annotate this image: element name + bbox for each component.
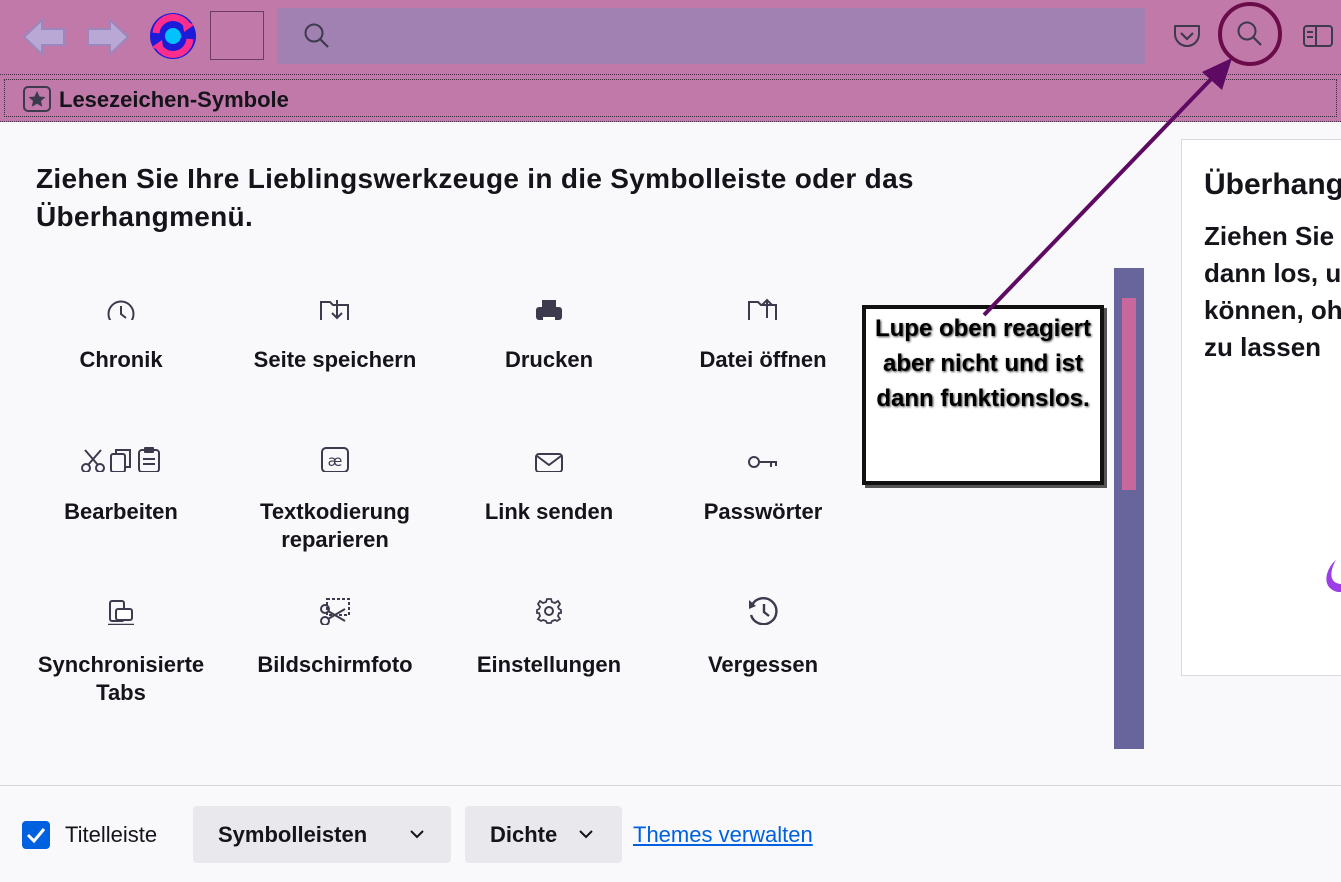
palette-label: Bildschirmfoto — [257, 652, 413, 677]
url-input[interactable] — [347, 20, 1131, 54]
chevron-down-icon — [579, 830, 593, 839]
reload-icon — [150, 13, 196, 59]
palette-item-forget[interactable]: Vergessen — [656, 587, 870, 679]
palette-label: Datei öffnen — [699, 347, 827, 372]
overflow-menu-panel: Überhangmenü Ziehen Sie ein Element hier… — [1181, 139, 1341, 676]
palette-item-email-link[interactable]: Link senden — [442, 434, 656, 526]
palette-item-settings[interactable]: Einstellungen — [442, 587, 656, 679]
palette-item-save-page[interactable]: Seite speichern — [228, 282, 442, 374]
star-icon — [23, 86, 51, 112]
annotation-note: Lupe oben reagiert aber nicht und ist da… — [862, 305, 1104, 485]
palette-scrollbar[interactable] — [1114, 268, 1144, 749]
palette-item-edit[interactable]: Bearbeiten — [14, 434, 228, 526]
bookmarks-label: Lesezeichen-Symbole — [59, 87, 289, 112]
cut-icon — [80, 449, 105, 473]
palette-label: Seite speichern — [253, 347, 417, 372]
overflow-title: Überhangmenü — [1204, 168, 1341, 201]
history-forget-icon — [749, 597, 778, 625]
search-icon — [1237, 21, 1262, 46]
toolbar-empty-slot — [210, 11, 264, 60]
palette-item-open-file[interactable]: Datei öffnen — [656, 282, 870, 374]
back-button[interactable] — [20, 16, 68, 58]
density-dropdown-button[interactable]: Dichte — [465, 806, 622, 863]
palette-label: Synchronisierte Tabs — [37, 652, 205, 705]
save-page-icon — [320, 300, 349, 320]
address-bar[interactable] — [277, 8, 1145, 64]
customize-footer: Titelleiste Symbolleisten Dichte Themes … — [0, 785, 1341, 882]
bookmarks-toolbar: Lesezeichen-Symbole — [0, 74, 1341, 122]
printer-icon — [536, 300, 562, 320]
forward-icon — [87, 17, 130, 57]
palette-label: Einstellungen — [476, 652, 622, 677]
checkmark-icon — [26, 828, 46, 844]
toolbars-dropdown-button[interactable]: Symbolleisten — [193, 806, 451, 863]
palette-item-screenshot[interactable]: Bildschirmfoto — [228, 587, 442, 679]
back-icon — [22, 17, 65, 57]
clock-icon — [107, 300, 135, 320]
palette-label: Vergessen — [707, 652, 819, 677]
manage-themes-link[interactable]: Themes verwalten — [633, 822, 813, 848]
toolbars-label: Symbolleisten — [218, 822, 368, 847]
palette-label: Bearbeiten — [64, 499, 178, 524]
synced-tabs-icon — [108, 600, 134, 625]
screenshot-icon — [320, 598, 350, 625]
palette-label: Link senden — [484, 499, 614, 524]
scrollbar-thumb[interactable] — [1122, 298, 1136, 490]
gear-icon — [536, 598, 562, 624]
sidebar-icon[interactable] — [1302, 24, 1334, 48]
palette-item-history[interactable]: Chronik — [14, 282, 228, 374]
density-label: Dichte — [490, 822, 558, 847]
copy-icon — [110, 449, 131, 473]
palette-item-passwords[interactable]: Passwörter — [656, 434, 870, 526]
palette-label: Textkodierung reparieren — [260, 499, 410, 552]
reload-button[interactable] — [146, 11, 200, 61]
forward-button[interactable] — [84, 16, 132, 58]
customize-heading: Ziehen Sie Ihre Lieblingswerkzeuge in di… — [36, 163, 914, 232]
chevron-down-icon — [410, 830, 424, 839]
search-button-highlighted[interactable] — [1218, 2, 1282, 66]
palette-label: Chronik — [79, 347, 163, 372]
open-file-icon — [748, 298, 777, 320]
overflow-illustration-icon — [1326, 560, 1341, 592]
titlebar-checkbox[interactable] — [22, 821, 50, 849]
overflow-description: Ziehen Sie ein Element hierher und dann … — [1204, 221, 1341, 362]
text-encoding-icon: æ — [321, 447, 349, 472]
titlebar-label: Titelleiste — [65, 822, 158, 847]
search-icon — [304, 23, 329, 48]
email-icon — [535, 453, 563, 472]
key-icon — [748, 456, 777, 468]
paste-icon — [138, 447, 161, 473]
pocket-icon[interactable] — [1172, 22, 1202, 50]
palette-item-synced-tabs[interactable]: Synchronisierte Tabs — [14, 587, 228, 707]
palette-item-text-encoding[interactable]: æ Textkodierung reparieren — [228, 434, 442, 554]
svg-text:æ: æ — [328, 452, 343, 470]
palette-label: Drucken — [504, 347, 594, 372]
bookmarks-menu-button[interactable]: Lesezeichen-Symbole — [4, 79, 1337, 117]
palette-item-print[interactable]: Drucken — [442, 282, 656, 374]
palette-label: Passwörter — [703, 499, 823, 524]
navigation-toolbar — [0, 0, 1341, 74]
edit-controls-icon — [14, 434, 228, 473]
